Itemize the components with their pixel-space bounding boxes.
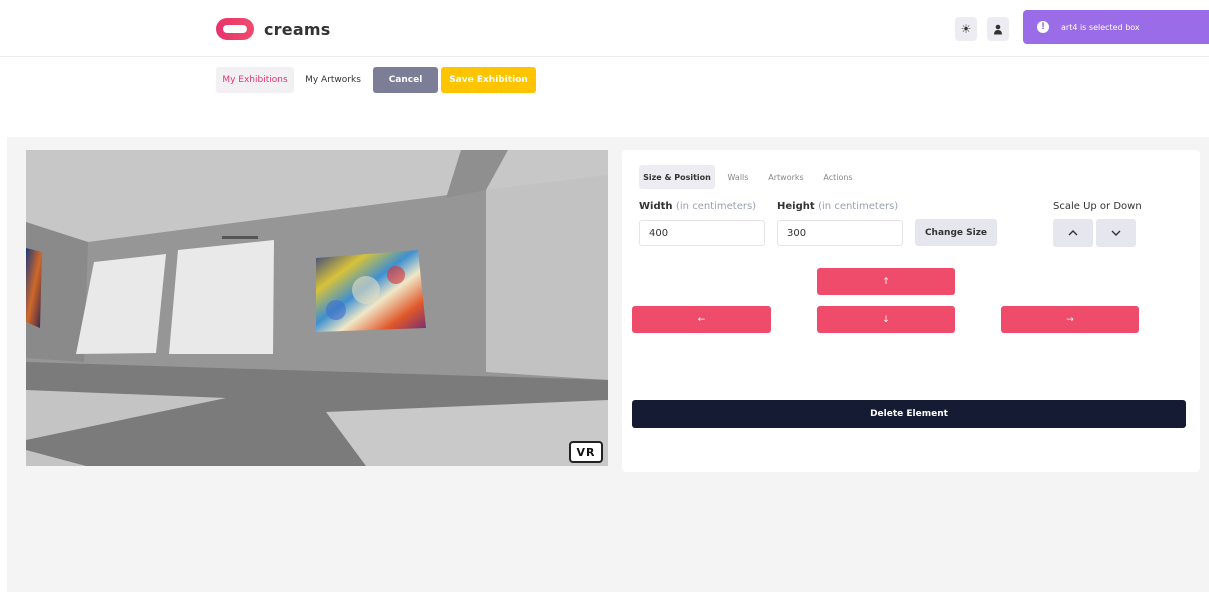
height-label: Height (in centimeters): [777, 201, 898, 212]
width-label-text: Width: [639, 201, 673, 212]
move-down-button[interactable]: ↓: [817, 306, 955, 333]
move-left-button[interactable]: ←: [632, 306, 771, 333]
width-input[interactable]: 400: [639, 220, 765, 246]
save-exhibition-button[interactable]: Save Exhibition: [441, 67, 536, 93]
height-input[interactable]: 300: [777, 220, 903, 246]
delete-element-button[interactable]: Delete Element: [632, 400, 1186, 428]
gallery-scene: [26, 150, 608, 466]
user-icon: [994, 24, 1002, 34]
chevron-down-icon: [1111, 230, 1121, 236]
toast-notification: ! art4 is selected box: [1023, 10, 1209, 44]
move-right-button[interactable]: →: [1001, 306, 1139, 333]
logo-mark: [216, 18, 254, 40]
logo[interactable]: creams: [216, 18, 330, 40]
scale-down-button[interactable]: [1096, 219, 1136, 247]
tab-size-position[interactable]: Size & Position: [639, 165, 715, 189]
exhibition-3d-viewport[interactable]: [26, 150, 608, 466]
width-label: Width (in centimeters): [639, 201, 756, 212]
info-icon: !: [1037, 21, 1049, 33]
scale-label: Scale Up or Down: [1053, 201, 1142, 212]
cancel-button[interactable]: Cancel: [373, 67, 438, 93]
change-size-button[interactable]: Change Size: [915, 219, 997, 246]
chevron-up-icon: [1068, 230, 1078, 236]
move-up-button[interactable]: ↑: [817, 268, 955, 295]
toast-message: art4 is selected box: [1061, 22, 1140, 32]
height-label-text: Height: [777, 201, 815, 212]
tab-actions[interactable]: Actions: [816, 165, 860, 189]
my-exhibitions-link[interactable]: My Exhibitions: [216, 67, 294, 93]
my-artworks-link[interactable]: My Artworks: [300, 67, 366, 93]
scale-up-button[interactable]: [1053, 219, 1093, 247]
tab-walls[interactable]: Walls: [720, 165, 756, 189]
vr-mode-button[interactable]: VR: [569, 441, 603, 463]
width-hint: (in centimeters): [676, 201, 757, 212]
tab-artworks[interactable]: Artworks: [762, 165, 810, 189]
top-bar: creams ☀ ! art4 is selected box: [0, 0, 1209, 57]
user-profile-button[interactable]: [987, 17, 1009, 41]
height-hint: (in centimeters): [818, 201, 899, 212]
sun-icon: ☀: [960, 22, 972, 36]
logo-text: creams: [264, 19, 331, 39]
theme-toggle-button[interactable]: ☀: [955, 17, 977, 41]
